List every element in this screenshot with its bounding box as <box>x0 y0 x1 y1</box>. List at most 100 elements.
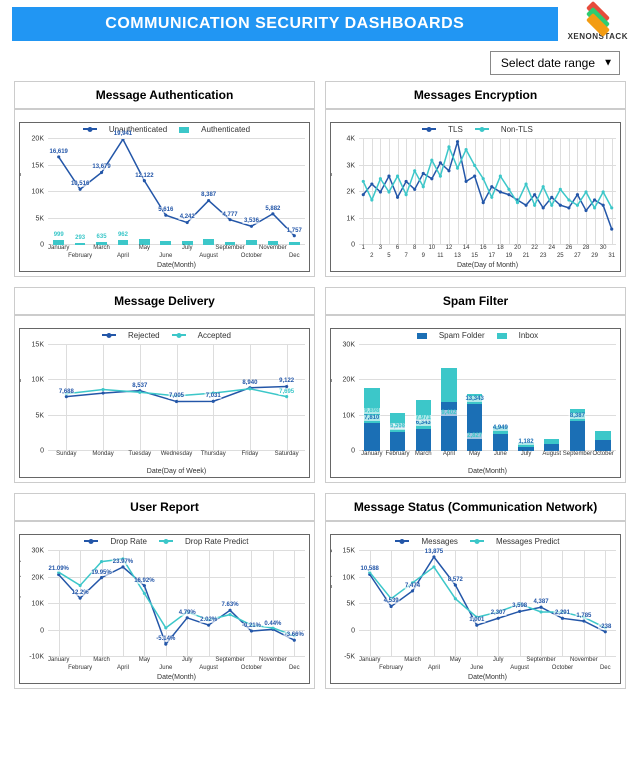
y-tick: 4K <box>346 136 355 143</box>
panel-title-stat: Message Status (Communication Network) <box>325 493 626 521</box>
panel-spam: Spam FolderInbox010K20K30KMessages7,8105… <box>325 315 626 483</box>
y-tick: 15K <box>32 342 44 349</box>
data-label: 4,242 <box>179 214 196 220</box>
x-tick: 10 <box>428 245 435 251</box>
data-label: 4,539 <box>383 598 400 604</box>
y-tick: 0 <box>351 627 355 634</box>
x-tick: May <box>450 657 461 663</box>
data-label: 5,616 <box>157 207 174 213</box>
data-label: 19,941 <box>113 131 133 137</box>
y-label: Messages <box>330 371 333 403</box>
panel-stat: MessagesMessages Predict-5K05K10K15KMess… <box>325 521 626 689</box>
x-tick: 25 <box>557 253 564 259</box>
x-tick: Dec <box>600 665 611 671</box>
x-tick: Dec <box>289 665 300 671</box>
x-tick: 24 <box>548 245 555 251</box>
data-label: 7,971 <box>415 415 432 421</box>
data-label: 7.63% <box>221 602 240 608</box>
x-tick: 30 <box>600 245 607 251</box>
chart-auth: UnauthenticatedAuthenticated05K10K15K20K… <box>19 122 310 272</box>
x-tick: October <box>592 451 613 457</box>
x-tick: 18 <box>497 245 504 251</box>
data-label: -3.66% <box>284 632 305 638</box>
legend-item: Messages Predict <box>496 537 560 546</box>
date-range-select[interactable]: Select date range <box>490 51 620 75</box>
x-tick: 6 <box>396 245 399 251</box>
x-tick: October <box>241 253 262 259</box>
x-tick: August <box>510 665 529 671</box>
x-tick: January <box>48 657 69 663</box>
data-label: 13,343 <box>464 396 484 402</box>
x-tick: January <box>359 657 380 663</box>
x-tick: June <box>494 451 507 457</box>
y-tick: 0 <box>40 627 44 634</box>
x-tick: August <box>542 451 561 457</box>
x-tick: 5 <box>387 253 390 259</box>
data-label: 16,619 <box>49 149 69 155</box>
panel-user: Drop RateDrop Rate Predict-10K010K20K30K… <box>14 521 315 689</box>
legend-item: Drop Rate <box>110 537 146 546</box>
legend-item: Accepted <box>198 331 231 340</box>
y-tick: 10K <box>32 189 44 196</box>
x-tick: September <box>215 657 244 663</box>
x-tick: 20 <box>514 245 521 251</box>
data-label: 2,291 <box>554 610 571 616</box>
data-label: 4,949 <box>492 425 509 431</box>
x-label: Date(Month) <box>157 674 196 681</box>
x-tick: September <box>563 451 592 457</box>
data-label: 2,307 <box>490 610 507 616</box>
y-tick: 0 <box>351 242 355 249</box>
x-tick: 13 <box>454 253 461 259</box>
data-label: 16.92% <box>133 578 155 584</box>
x-tick: Wednesday <box>161 451 193 457</box>
data-label: 10,588 <box>360 566 380 572</box>
data-label: 9,402 <box>440 410 457 416</box>
x-tick: 14 <box>463 245 470 251</box>
data-label: 3,598 <box>511 603 528 609</box>
data-label: 7,810 <box>363 415 380 421</box>
x-tick: Thursday <box>201 451 226 457</box>
data-label: 0.44% <box>263 621 282 627</box>
data-label: 8,572 <box>447 577 464 583</box>
x-tick: April <box>117 253 129 259</box>
data-label: 8,940 <box>241 380 258 386</box>
x-tick: Monday <box>92 451 113 457</box>
panel-del: RejectedAccepted05K10K15KMessages7,6888,… <box>14 315 315 483</box>
x-tick: September <box>215 245 244 251</box>
y-label: Messages <box>330 165 333 197</box>
x-tick: 29 <box>591 253 598 259</box>
x-tick: 22 <box>531 245 538 251</box>
data-label: 12,122 <box>134 173 154 179</box>
x-tick: April <box>443 451 455 457</box>
x-label: Date(Month) <box>157 262 196 269</box>
x-tick: 9 <box>422 253 425 259</box>
x-tick: 3 <box>379 245 382 251</box>
x-tick: May <box>139 245 150 251</box>
x-tick: July <box>493 657 504 663</box>
data-label: -0.21% <box>241 623 262 629</box>
legend-item: Spam Folder <box>439 331 485 340</box>
data-label: -5.14% <box>155 636 176 642</box>
y-tick: 20K <box>343 377 355 384</box>
x-tick: 7 <box>404 253 407 259</box>
data-label: 7,031 <box>205 393 222 399</box>
x-tick: January <box>361 451 382 457</box>
x-tick: 17 <box>488 253 495 259</box>
x-tick: May <box>139 657 150 663</box>
y-tick: 10K <box>343 574 355 581</box>
x-tick: November <box>259 657 287 663</box>
x-tick: 23 <box>540 253 547 259</box>
panel-auth: UnauthenticatedAuthenticated05K10K15K20K… <box>14 109 315 277</box>
y-tick: -5K <box>344 654 355 661</box>
x-tick: 31 <box>608 253 615 259</box>
x-tick: Saturday <box>275 451 299 457</box>
y-tick: 10K <box>32 601 44 608</box>
y-label: Messages <box>19 165 22 197</box>
x-tick: September <box>526 657 555 663</box>
x-tick: Tuesday <box>128 451 151 457</box>
data-label: 1,182 <box>518 439 535 445</box>
x-tick: 11 <box>437 253 443 259</box>
x-tick: February <box>68 253 92 259</box>
x-tick: April <box>428 665 440 671</box>
chart-stat: MessagesMessages Predict-5K05K10K15KMess… <box>330 534 621 684</box>
